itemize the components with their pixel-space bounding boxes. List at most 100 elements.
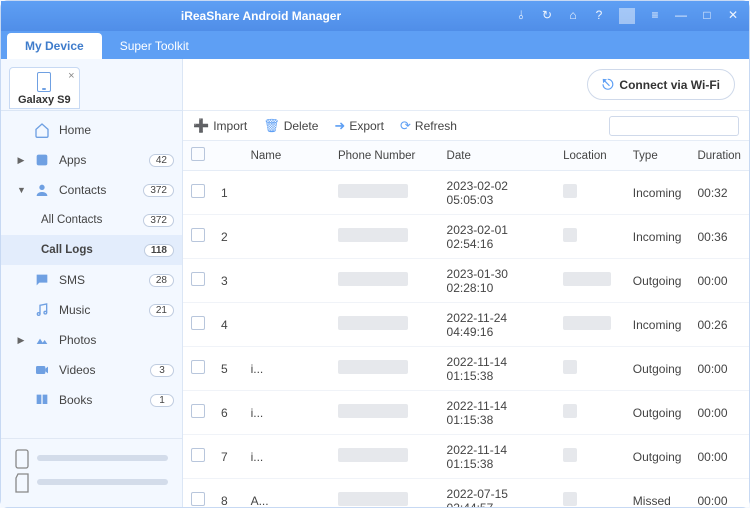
sidebar-item-books[interactable]: Books 1 [1, 385, 182, 415]
trash-icon: 🗑 [263, 118, 280, 134]
count-badge: 1 [150, 394, 174, 407]
sidebar-item-all-contacts[interactable]: All Contacts 372 [1, 205, 182, 235]
storage-internal [15, 449, 168, 467]
arrow-right-icon: ➜ [334, 118, 345, 134]
sidebar-nav: Home ▶ Apps 42 ▼ Contacts 372 All Contac… [1, 111, 182, 438]
home-icon [33, 121, 51, 139]
col-name[interactable]: Name [243, 141, 330, 171]
row-checkbox[interactable] [191, 316, 205, 330]
row-type: Outgoing [625, 391, 690, 435]
row-phone [330, 171, 439, 215]
menu-icon[interactable]: ≡ [647, 8, 663, 24]
sidebar-item-label: Photos [59, 333, 174, 347]
search-box[interactable]: 🔍 [609, 116, 739, 136]
row-checkbox[interactable] [191, 404, 205, 418]
table-row[interactable]: 22023-02-01 02:54:16Incoming00:36 [183, 215, 749, 259]
select-all-checkbox[interactable] [191, 147, 205, 161]
row-type: Incoming [625, 303, 690, 347]
row-duration: 00:00 [689, 347, 749, 391]
table-row[interactable]: 5i...2022-11-14 01:15:38Outgoing00:00 [183, 347, 749, 391]
connect-row: ⎋ Connect via Wi-Fi [183, 59, 749, 111]
cart-icon[interactable]: ⫰ [513, 8, 529, 24]
sidebar-item-photos[interactable]: ▶ Photos [1, 325, 182, 355]
row-checkbox[interactable] [191, 272, 205, 286]
row-date: 2023-02-02 05:05:03 [439, 171, 556, 215]
help-icon[interactable]: ? [591, 8, 607, 24]
row-checkbox[interactable] [191, 360, 205, 374]
storage-sd [15, 473, 168, 491]
sidebar-item-home[interactable]: Home [1, 115, 182, 145]
row-index: 3 [213, 259, 243, 303]
sidebar-item-videos[interactable]: Videos 3 [1, 355, 182, 385]
device-chip[interactable]: × Galaxy S9 [9, 67, 80, 109]
row-phone [330, 259, 439, 303]
sd-storage-icon [15, 473, 29, 491]
top-tabs: My Device Super Toolkit [1, 31, 749, 59]
sidebar-item-call-logs[interactable]: Call Logs 118 [1, 235, 182, 265]
col-location[interactable]: Location [555, 141, 625, 171]
contacts-icon [33, 181, 51, 199]
refresh-icon[interactable]: ↻ [539, 8, 555, 24]
sidebar-item-label: Videos [59, 363, 142, 377]
row-type: Incoming [625, 171, 690, 215]
minimize-icon[interactable]: — [673, 8, 689, 24]
table-row[interactable]: 6i...2022-11-14 01:15:38Outgoing00:00 [183, 391, 749, 435]
delete-button[interactable]: 🗑Delete [263, 118, 318, 134]
count-badge: 372 [143, 184, 174, 197]
sidebar-item-label: Contacts [59, 183, 135, 197]
maximize-icon[interactable]: □ [699, 8, 715, 24]
row-phone [330, 347, 439, 391]
row-type: Missed [625, 479, 690, 508]
apps-icon [33, 151, 51, 169]
row-phone [330, 215, 439, 259]
col-date[interactable]: Date [439, 141, 556, 171]
row-date: 2022-11-14 01:15:38 [439, 347, 556, 391]
connect-label: Connect via Wi-Fi [619, 78, 720, 92]
col-duration[interactable]: Duration [689, 141, 749, 171]
col-type[interactable]: Type [625, 141, 690, 171]
search-input[interactable] [614, 120, 750, 132]
row-index: 6 [213, 391, 243, 435]
row-checkbox[interactable] [191, 492, 205, 506]
connect-wifi-button[interactable]: ⎋ Connect via Wi-Fi [587, 69, 735, 100]
refresh-button[interactable]: ⟳Refresh [400, 118, 457, 134]
row-name: i... [243, 347, 330, 391]
row-duration: 00:32 [689, 171, 749, 215]
tab-my-device[interactable]: My Device [7, 33, 102, 59]
table-row[interactable]: 8A...2022-07-15 02:44:57Missed00:00 [183, 479, 749, 508]
row-location [555, 303, 625, 347]
row-name [243, 303, 330, 347]
row-date: 2022-11-14 01:15:38 [439, 435, 556, 479]
storage-bar [37, 479, 168, 485]
row-name: i... [243, 435, 330, 479]
row-checkbox[interactable] [191, 228, 205, 242]
close-icon[interactable]: ✕ [725, 8, 741, 24]
row-checkbox[interactable] [191, 448, 205, 462]
row-checkbox[interactable] [191, 184, 205, 198]
sidebar-item-contacts[interactable]: ▼ Contacts 372 [1, 175, 182, 205]
export-button[interactable]: ➜Export [334, 118, 384, 134]
window-controls: ⫰ ↻ ⌂ ? ≡ — □ ✕ [513, 8, 741, 24]
plus-icon: ➕ [193, 118, 209, 134]
table-row[interactable]: 12023-02-02 05:05:03Incoming00:32 [183, 171, 749, 215]
table-row[interactable]: 42022-11-24 04:49:16Incoming00:26 [183, 303, 749, 347]
sidebar-item-apps[interactable]: ▶ Apps 42 [1, 145, 182, 175]
row-location [555, 215, 625, 259]
sidebar-item-label: All Contacts [41, 214, 135, 226]
tab-super-toolkit[interactable]: Super Toolkit [102, 33, 207, 59]
home-icon[interactable]: ⌂ [565, 8, 581, 24]
table-row[interactable]: 7i...2022-11-14 01:15:38Outgoing00:00 [183, 435, 749, 479]
videos-icon [33, 361, 51, 379]
row-type: Outgoing [625, 347, 690, 391]
row-name [243, 215, 330, 259]
sidebar-item-music[interactable]: Music 21 [1, 295, 182, 325]
row-location [555, 347, 625, 391]
storage-bar [37, 455, 168, 461]
sidebar-item-label: SMS [59, 273, 141, 287]
sidebar-item-sms[interactable]: SMS 28 [1, 265, 182, 295]
import-button[interactable]: ➕Import [193, 118, 247, 134]
col-phone[interactable]: Phone Number [330, 141, 439, 171]
row-duration: 00:00 [689, 435, 749, 479]
close-device-icon[interactable]: × [68, 70, 74, 82]
table-row[interactable]: 32023-01-30 02:28:10Outgoing00:00 [183, 259, 749, 303]
